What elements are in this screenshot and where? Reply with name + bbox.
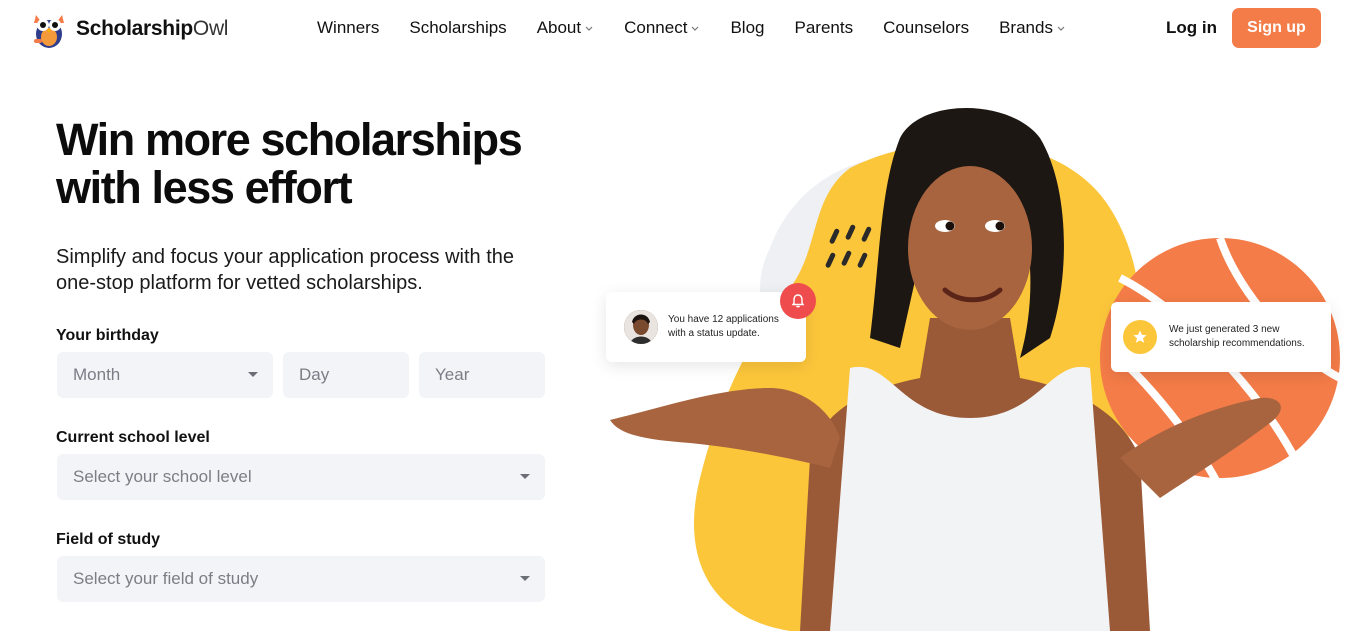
avatar (624, 310, 658, 344)
site-header: ScholarshipOwl Winners Scholarships Abou… (0, 0, 1350, 58)
notification-bell[interactable] (780, 283, 816, 319)
nav-winners[interactable]: Winners (317, 18, 379, 38)
field-of-study-label: Field of study (56, 531, 160, 548)
school-level-label: Current school level (56, 429, 210, 446)
nav-connect-label: Connect (624, 18, 688, 37)
year-placeholder: Year (435, 365, 470, 384)
school-level-select[interactable]: Select your school level (57, 454, 545, 500)
hero-title-line2: with less effort (56, 162, 353, 213)
brand-name-bold: Scholarship (76, 17, 193, 40)
nav-parents-label: Parents (794, 18, 854, 37)
nav-about-label: About (536, 18, 582, 37)
nav-blog-label: Blog (730, 18, 765, 37)
month-placeholder: Month (73, 365, 121, 384)
month-select[interactable]: Month (57, 352, 273, 398)
nav-scholarships[interactable]: Scholarships (409, 18, 506, 38)
main-nav: Winners Scholarships About Connect Blog … (317, 18, 1066, 38)
nav-counselors[interactable]: Counselors (883, 18, 969, 38)
status-update-card[interactable]: You have 12 applications with a status u… (606, 292, 806, 362)
hero-illustration: You have 12 applications with a status u… (600, 58, 1350, 631)
chevron-down-icon (1057, 26, 1065, 31)
nav-counselors-label: Counselors (883, 18, 970, 37)
year-input[interactable]: Year (419, 352, 545, 398)
person-face (908, 166, 1032, 330)
recommendations-card[interactable]: We just generated 3 new scholarship reco… (1111, 302, 1331, 372)
chevron-down-icon (692, 26, 699, 31)
chevron-down-icon (585, 26, 593, 31)
nav-brands-label: Brands (999, 18, 1053, 37)
nav-brands[interactable]: Brands (999, 18, 1066, 38)
field-of-study-select[interactable]: Select your field of study (57, 556, 545, 602)
caret-down-icon (248, 372, 258, 377)
brand-logo[interactable]: ScholarshipOwl (30, 8, 228, 50)
day-placeholder: Day (299, 365, 330, 384)
hero-title: Win more scholarships with less effort (56, 116, 576, 212)
hero-subtitle-line1: Simplify and focus your application proc… (56, 246, 515, 268)
caret-down-icon (520, 474, 530, 479)
nav-parents[interactable]: Parents (794, 18, 853, 38)
field-of-study-placeholder: Select your field of study (73, 569, 259, 588)
nav-blog[interactable]: Blog (730, 18, 764, 38)
brand-name-light: Owl (192, 17, 229, 40)
school-level-placeholder: Select your school level (73, 467, 252, 486)
caret-down-icon (520, 576, 530, 581)
star-icon (1133, 330, 1147, 343)
avatar-image (624, 310, 658, 344)
brand-name: ScholarshipOwl (76, 17, 228, 41)
nav-winners-label: Winners (317, 18, 380, 37)
hero-subtitle: Simplify and focus your application proc… (56, 244, 576, 296)
day-input[interactable]: Day (283, 352, 409, 398)
status-line1: You have 12 applications (668, 314, 779, 325)
status-line2: with a status update. (668, 328, 760, 339)
hero-subtitle-line2: one-stop platform for vetted scholarship… (56, 272, 423, 294)
reco-line1: We just generated 3 new (1169, 324, 1280, 335)
nav-scholarships-label: Scholarships (409, 18, 507, 37)
reco-line2: scholarship recommendations. (1169, 338, 1305, 349)
bell-icon (791, 294, 805, 308)
login-link[interactable]: Log in (1166, 18, 1217, 38)
hero-title-line1: Win more scholarships (56, 114, 523, 165)
owl-logo-icon (34, 15, 64, 48)
nav-connect[interactable]: Connect (624, 18, 700, 38)
signup-button[interactable]: Sign up (1232, 8, 1321, 48)
recommendations-text: We just generated 3 new scholarship reco… (1169, 323, 1305, 351)
status-update-text: You have 12 applications with a status u… (668, 313, 779, 341)
star-badge (1123, 320, 1157, 354)
birthday-label: Your birthday (56, 327, 159, 344)
nav-about[interactable]: About (537, 18, 594, 38)
